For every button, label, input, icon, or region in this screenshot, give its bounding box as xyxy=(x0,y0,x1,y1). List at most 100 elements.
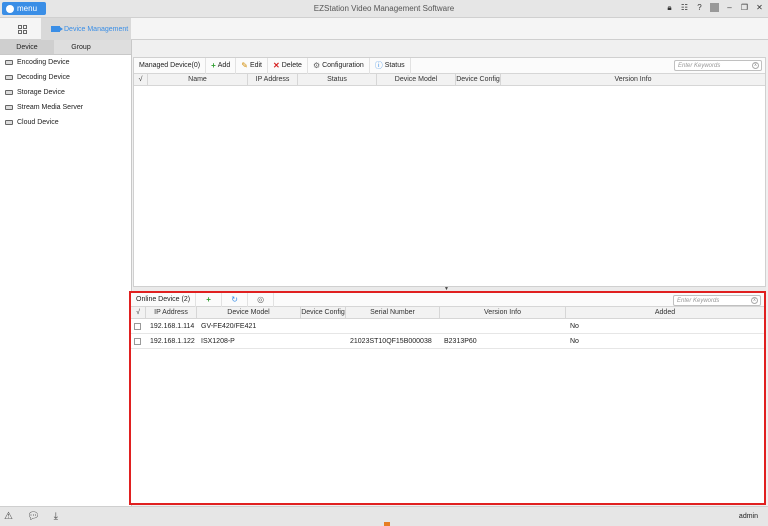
lock-icon[interactable]: 🔒︎ xyxy=(665,3,674,12)
search-placeholder: Enter Keywords xyxy=(677,298,720,304)
tab-label: Device Management xyxy=(64,25,129,33)
table-row[interactable]: 192.168.1.114 GV-FE420/FE421 No xyxy=(131,319,764,334)
tree-item-cloud-device[interactable]: Cloud Device xyxy=(0,115,131,130)
online-device-panel: Online Device (2) + ↻ ◎ Enter Keywords x… xyxy=(129,291,766,505)
managed-toolbar: Managed Device(0) + Add ✎ Edit ✕ Delete … xyxy=(134,57,765,74)
title-bar: menu EZStation Video Management Software… xyxy=(0,0,768,18)
tab-group[interactable]: Group xyxy=(54,40,108,54)
clear-icon[interactable]: x xyxy=(752,62,759,69)
info-icon: ⓘ xyxy=(374,60,383,70)
col-device-model[interactable]: Device Model xyxy=(197,307,301,318)
col-ip-address[interactable]: IP Address xyxy=(248,74,298,85)
tree-item-label: Decoding Device xyxy=(17,74,70,81)
col-device-model[interactable]: Device Model xyxy=(377,74,456,85)
row-checkbox[interactable] xyxy=(134,322,141,330)
cell-model: ISX1208-P xyxy=(201,337,235,345)
cell-ip: 192.168.1.114 xyxy=(150,322,195,330)
delete-button[interactable]: ✕ Delete xyxy=(268,57,308,74)
col-status[interactable]: Status xyxy=(298,74,377,85)
online-search-input[interactable]: Enter Keywords x xyxy=(673,295,761,306)
delete-icon: ✕ xyxy=(273,60,280,70)
config-icon: ⚙ xyxy=(312,60,321,70)
divider xyxy=(710,3,719,12)
tree-item-stream-media-server[interactable]: Stream Media Server xyxy=(0,100,131,115)
device-icon xyxy=(5,120,13,125)
device-icon xyxy=(5,75,13,80)
col-name[interactable]: Name xyxy=(148,74,248,85)
clear-icon[interactable]: x xyxy=(751,297,758,304)
cell-model: GV-FE420/FE421 xyxy=(201,322,257,330)
col-device-config[interactable]: Device Config xyxy=(301,307,346,318)
tree-item-label: Storage Device xyxy=(17,89,65,96)
tree-item-label: Encoding Device xyxy=(17,59,70,66)
col-select[interactable]: √ xyxy=(131,307,146,318)
col-select[interactable]: √ xyxy=(134,74,148,85)
close-icon[interactable]: ✕ xyxy=(755,3,764,12)
refresh-icon: ↻ xyxy=(231,294,238,304)
col-ip-address[interactable]: IP Address xyxy=(146,307,197,318)
tree-item-label: Cloud Device xyxy=(17,119,59,126)
warning-icon[interactable]: ⚠ xyxy=(4,511,13,522)
left-tabs: Device Group xyxy=(0,40,131,55)
delete-label: Delete xyxy=(281,62,302,69)
managed-device-title: Managed Device(0) xyxy=(134,57,207,74)
edit-label: Edit xyxy=(249,62,262,69)
window-controls: 🔒︎ ☷ ? – ❐ ✕ xyxy=(665,3,764,12)
tree-item-storage-device[interactable]: Storage Device xyxy=(0,85,131,100)
cell-added: No xyxy=(570,337,579,345)
cell-added: No xyxy=(570,322,579,330)
status-label: Status xyxy=(384,62,405,69)
chat-icon[interactable]: 💬︎ xyxy=(27,511,40,522)
status-button[interactable]: ⓘ Status xyxy=(370,57,411,74)
col-version-info[interactable]: Version Info xyxy=(501,74,765,85)
col-added[interactable]: Added xyxy=(566,307,764,318)
tab-device-management[interactable]: Device Management xyxy=(41,18,131,40)
module-tab-row: Device Management xyxy=(0,18,768,40)
edit-button[interactable]: ✎ Edit xyxy=(236,57,268,74)
device-icon xyxy=(5,105,13,110)
col-device-config[interactable]: Device Config xyxy=(456,74,501,85)
device-tree-panel: Device Group Encoding Device Decoding De… xyxy=(0,40,132,506)
configuration-button[interactable]: ⚙ Configuration xyxy=(308,57,370,74)
tree-item-label: Stream Media Server xyxy=(17,104,84,111)
table-row[interactable]: 192.168.1.122 ISX1208-P 21023ST10QF15B00… xyxy=(131,334,764,349)
cell-version: B2313P60 xyxy=(444,337,477,345)
tree-item-decoding-device[interactable]: Decoding Device xyxy=(0,70,131,85)
add-button[interactable]: + Add xyxy=(206,57,237,74)
online-table-header: √ IP Address Device Model Device Config … xyxy=(131,307,764,319)
download-icon[interactable]: ⤓ xyxy=(54,511,58,522)
bottom-indicator xyxy=(384,522,390,526)
status-icons: ⚠ 💬︎ ⤓ xyxy=(4,511,58,522)
pencil-icon: ✎ xyxy=(241,60,248,70)
add-label: Add xyxy=(217,62,231,69)
managed-table-header: √ Name IP Address Status Device Model De… xyxy=(134,74,765,86)
col-serial-number[interactable]: Serial Number xyxy=(346,307,440,318)
grid-icon xyxy=(17,24,27,34)
current-user: admin xyxy=(738,513,758,520)
plus-icon: + xyxy=(211,60,216,70)
refresh-button[interactable]: ↻ xyxy=(222,292,249,307)
search-placeholder: Enter Keywords xyxy=(678,63,721,69)
online-add-button[interactable]: + xyxy=(196,292,223,307)
row-checkbox[interactable] xyxy=(134,337,141,345)
minimize-icon[interactable]: – xyxy=(725,3,734,12)
app-title: EZStation Video Management Software xyxy=(313,4,455,13)
network-icon[interactable]: ☷ xyxy=(680,3,689,12)
online-toolbar: Online Device (2) + ↻ ◎ Enter Keywords x xyxy=(131,292,764,307)
help-icon[interactable]: ? xyxy=(695,3,704,12)
device-icon xyxy=(5,60,13,65)
camera-icon xyxy=(51,26,63,32)
tab-device[interactable]: Device xyxy=(0,40,54,54)
restore-icon[interactable]: ❐ xyxy=(740,3,749,12)
settings-button[interactable]: ◎ xyxy=(248,292,275,307)
cell-ip: 192.168.1.122 xyxy=(150,337,195,345)
managed-device-panel: Managed Device(0) + Add ✎ Edit ✕ Delete … xyxy=(133,57,766,287)
online-device-title: Online Device (2) xyxy=(131,292,197,307)
cell-serial: 21023ST10QF15B000038 xyxy=(350,337,432,345)
managed-search-input[interactable]: Enter Keywords x xyxy=(674,60,762,71)
plus-icon: + xyxy=(206,294,211,304)
tree-item-encoding-device[interactable]: Encoding Device xyxy=(0,55,131,70)
tab-home[interactable] xyxy=(10,21,34,37)
col-version-info[interactable]: Version Info xyxy=(440,307,566,318)
gear-icon: ◎ xyxy=(257,294,265,304)
